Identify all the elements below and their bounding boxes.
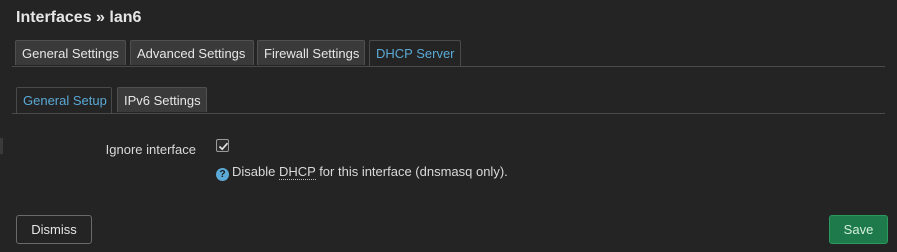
tab-dhcp-server[interactable]: DHCP Server bbox=[369, 40, 461, 66]
secondary-tab-bar: General Setup IPv6 Settings bbox=[12, 87, 885, 114]
page-title: Interfaces » lan6 bbox=[16, 9, 142, 26]
ignore-interface-label: Ignore interface bbox=[105, 142, 196, 157]
tab-advanced-settings[interactable]: Advanced Settings bbox=[130, 40, 254, 65]
tab-ipv6-settings[interactable]: IPv6 Settings bbox=[117, 87, 207, 112]
tab-general-settings[interactable]: General Settings bbox=[15, 40, 126, 65]
help-text-prefix: Disable bbox=[232, 164, 279, 179]
ignore-interface-checkbox[interactable] bbox=[216, 139, 229, 152]
dhcp-abbreviation: DHCP bbox=[278, 164, 316, 180]
dismiss-button[interactable]: Dismiss bbox=[16, 215, 92, 244]
save-button[interactable]: Save bbox=[829, 215, 888, 244]
checkmark-icon bbox=[218, 142, 229, 151]
tab-firewall-settings[interactable]: Firewall Settings bbox=[257, 40, 365, 65]
ignore-interface-help: ? Disable DHCP for this interface (dnsmas… bbox=[216, 164, 508, 181]
help-text-suffix: for this interface (dnsmasq only). bbox=[315, 164, 508, 179]
primary-tab-bar: General Settings Advanced Settings Firew… bbox=[12, 40, 885, 67]
question-icon: ? bbox=[216, 168, 229, 181]
tab-general-setup[interactable]: General Setup bbox=[16, 87, 112, 113]
